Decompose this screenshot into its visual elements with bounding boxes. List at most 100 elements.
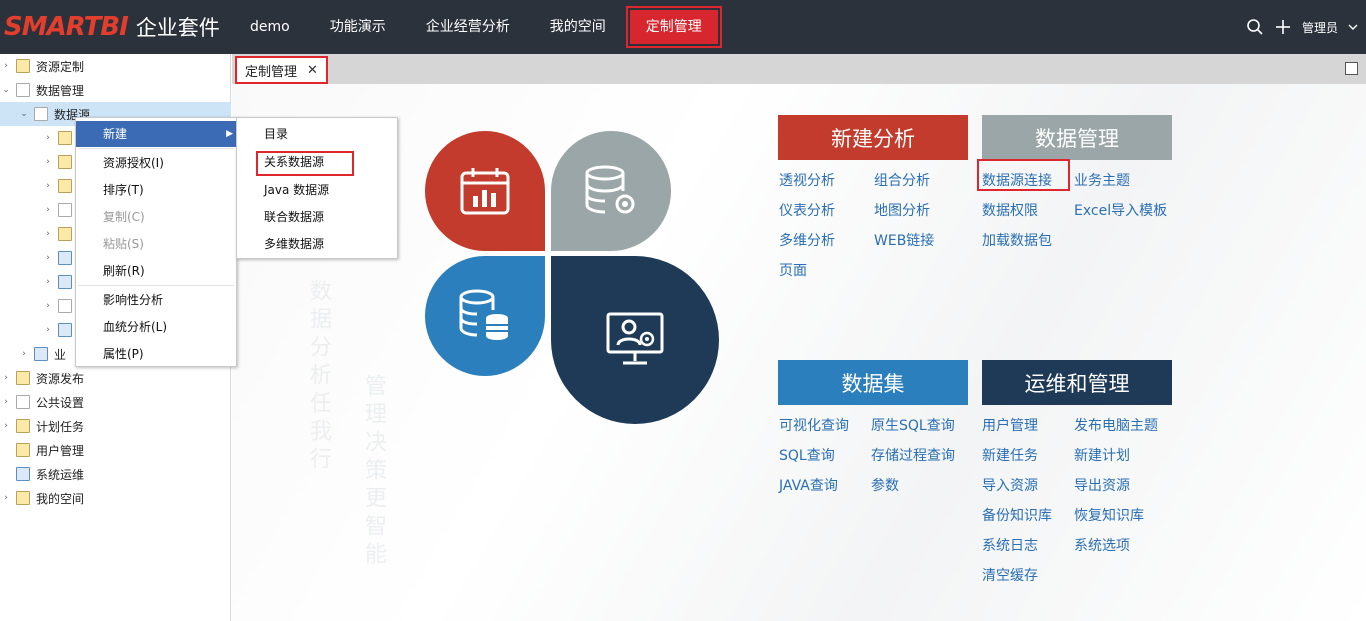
- link-combo-analysis[interactable]: 组合分析: [874, 170, 930, 190]
- menu-item-impact-analysis[interactable]: 影响性分析: [76, 287, 236, 313]
- link-parameters[interactable]: 参数: [871, 475, 899, 495]
- search-icon[interactable]: [1246, 18, 1264, 36]
- link-user-management[interactable]: 用户管理: [982, 415, 1038, 435]
- link-system-options[interactable]: 系统选项: [1074, 535, 1130, 555]
- chevron-down-icon[interactable]: ⌄: [0, 85, 12, 95]
- chevron-right-icon[interactable]: ›: [42, 325, 54, 335]
- menu-item-copy[interactable]: 复制(C): [76, 204, 236, 230]
- submenu-item-directory[interactable]: 目录: [237, 121, 397, 148]
- calendar-chart-icon: [460, 168, 510, 215]
- link-pivot-analysis[interactable]: 透视分析: [779, 170, 835, 190]
- link-dashboard-analysis[interactable]: 仪表分析: [779, 200, 835, 220]
- link-sql-query[interactable]: SQL查询: [779, 445, 835, 465]
- tree-item-scheduled-tasks[interactable]: › 计划任务: [0, 414, 231, 438]
- java-icon: [58, 179, 72, 193]
- section-dataset[interactable]: 数据集: [778, 360, 968, 405]
- link-data-permission[interactable]: 数据权限: [982, 200, 1038, 220]
- nav-business-analysis[interactable]: 企业经营分析: [406, 0, 530, 54]
- tree-item-resource-publish[interactable]: › 资源发布: [0, 366, 231, 390]
- new-analysis-tile[interactable]: [425, 131, 545, 251]
- link-restore-repository[interactable]: 恢复知识库: [1074, 505, 1144, 525]
- section-ops-management[interactable]: 运维和管理: [982, 360, 1172, 405]
- chevron-right-icon[interactable]: ›: [0, 397, 12, 407]
- java-icon: [58, 227, 72, 241]
- monitor-user-icon: [606, 312, 664, 365]
- tree-item-public-settings[interactable]: › 公共设置: [0, 390, 231, 414]
- link-backup-repository[interactable]: 备份知识库: [982, 505, 1052, 525]
- menu-item-authorize[interactable]: 资源授权(I): [76, 150, 236, 176]
- link-java-query[interactable]: JAVA查询: [779, 475, 838, 495]
- data-management-tile[interactable]: [551, 131, 671, 251]
- chevron-right-icon[interactable]: ›: [0, 421, 12, 431]
- menu-item-new[interactable]: 新建 ▶: [76, 121, 236, 147]
- link-new-task[interactable]: 新建任务: [982, 445, 1038, 465]
- dataset-tile[interactable]: [425, 256, 545, 376]
- chevron-right-icon[interactable]: ›: [42, 277, 54, 287]
- database-icon: [58, 251, 72, 265]
- chevron-right-icon[interactable]: ›: [0, 493, 12, 503]
- nav-custom-management[interactable]: 定制管理: [625, 0, 722, 54]
- submenu-item-federated-datasource[interactable]: 联合数据源: [237, 204, 397, 231]
- link-publish-pc-theme[interactable]: 发布电脑主题: [1074, 415, 1158, 435]
- link-load-data-package[interactable]: 加载数据包: [982, 230, 1052, 250]
- link-excel-import-template[interactable]: Excel导入模板: [1074, 200, 1167, 220]
- chevron-right-icon[interactable]: ›: [42, 301, 54, 311]
- menu-item-lineage-analysis[interactable]: 血统分析(L): [76, 314, 236, 340]
- link-new-schedule[interactable]: 新建计划: [1074, 445, 1130, 465]
- link-multidim-analysis[interactable]: 多维分析: [779, 230, 835, 250]
- user-menu[interactable]: 管理员: [1302, 19, 1338, 36]
- nav-demo[interactable]: demo: [230, 0, 310, 54]
- chevron-right-icon[interactable]: ›: [42, 229, 54, 239]
- chevron-right-icon[interactable]: ›: [42, 157, 54, 167]
- link-native-sql-query[interactable]: 原生SQL查询: [871, 415, 955, 435]
- ops-management-tile[interactable]: [551, 256, 719, 424]
- maximize-icon[interactable]: [1345, 62, 1358, 75]
- chevron-down-icon[interactable]: [1348, 22, 1358, 32]
- tree-item-data-management[interactable]: ⌄ 数据管理: [0, 78, 231, 102]
- link-import-resources[interactable]: 导入资源: [982, 475, 1038, 495]
- section-new-analysis[interactable]: 新建分析: [778, 115, 968, 160]
- close-icon[interactable]: ✕: [307, 63, 318, 78]
- chevron-right-icon[interactable]: ›: [42, 181, 54, 191]
- tab-strip: 定制管理 ✕: [232, 54, 1366, 84]
- link-system-log[interactable]: 系统日志: [982, 535, 1038, 555]
- link-page[interactable]: 页面: [779, 260, 807, 280]
- nav-feature-demo[interactable]: 功能演示: [310, 0, 406, 54]
- user-management-icon: [16, 443, 30, 457]
- menu-divider: [78, 285, 234, 286]
- chevron-down-icon[interactable]: ⌄: [18, 109, 30, 119]
- link-visual-query[interactable]: 可视化查询: [779, 415, 849, 435]
- submenu-item-java-datasource[interactable]: Java 数据源: [237, 177, 397, 204]
- link-datasource-connection[interactable]: 数据源连接: [982, 170, 1052, 190]
- link-export-resources[interactable]: 导出资源: [1074, 475, 1130, 495]
- settings-icon: [16, 395, 30, 409]
- menu-item-refresh[interactable]: 刷新(R): [76, 258, 236, 284]
- chevron-right-icon[interactable]: ›: [42, 253, 54, 263]
- link-stored-procedure-query[interactable]: 存储过程查询: [871, 445, 955, 465]
- chevron-right-icon[interactable]: ›: [18, 349, 30, 359]
- tree-item-my-space[interactable]: › 我的空间: [0, 486, 231, 510]
- submenu-item-multidim-datasource[interactable]: 多维数据源: [237, 231, 397, 258]
- user-icon: [16, 491, 30, 505]
- menu-item-sort[interactable]: 排序(T): [76, 177, 236, 203]
- tree-item-user-management[interactable]: 用户管理: [0, 438, 231, 462]
- publish-icon: [16, 371, 30, 385]
- link-web-link[interactable]: WEB链接: [874, 230, 934, 250]
- link-map-analysis[interactable]: 地图分析: [874, 200, 930, 220]
- chevron-right-icon[interactable]: ›: [42, 133, 54, 143]
- plus-icon[interactable]: [1274, 18, 1292, 36]
- section-data-management[interactable]: 数据管理: [982, 115, 1172, 160]
- chevron-right-icon[interactable]: ›: [0, 61, 12, 71]
- top-right-tools: 管理员: [1246, 0, 1358, 54]
- nav-my-space[interactable]: 我的空间: [530, 0, 626, 54]
- chevron-right-icon[interactable]: ›: [42, 205, 54, 215]
- link-clear-cache[interactable]: 清空缓存: [982, 565, 1038, 585]
- tab-custom-management[interactable]: 定制管理 ✕: [235, 56, 328, 84]
- tree-item-resource-custom[interactable]: › 资源定制: [0, 54, 231, 78]
- document-icon: [58, 299, 72, 313]
- chevron-right-icon[interactable]: ›: [0, 373, 12, 383]
- menu-item-paste[interactable]: 粘贴(S): [76, 231, 236, 257]
- tree-item-system-ops[interactable]: 系统运维: [0, 462, 231, 486]
- link-business-theme[interactable]: 业务主题: [1074, 170, 1130, 190]
- menu-item-properties[interactable]: 属性(P): [76, 341, 236, 367]
